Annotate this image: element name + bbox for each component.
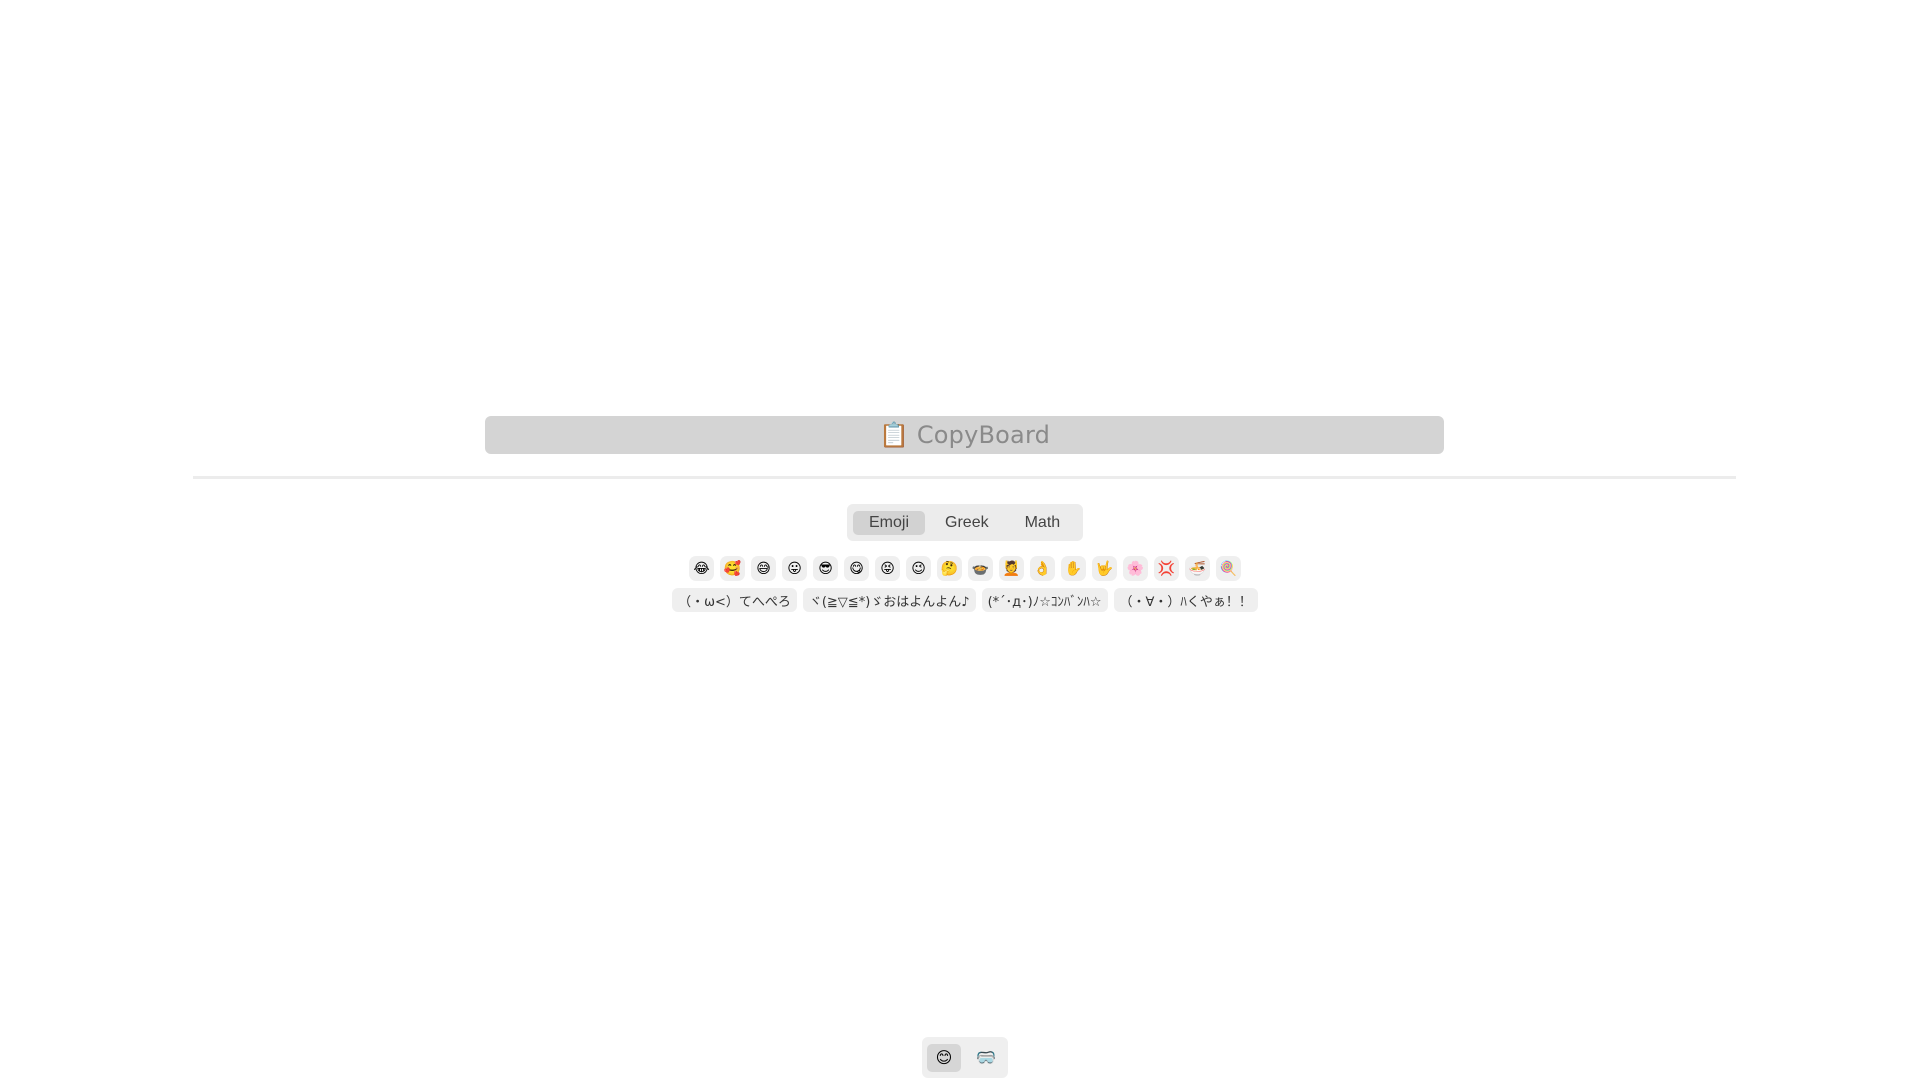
tab-emoji[interactable]: Emoji	[853, 510, 926, 535]
kaomoji-button[interactable]: （・ω<）てへぺろ	[672, 588, 797, 612]
emoji-row: 😂 🥰 😅 😛 😎 😋 😝 😉 🤔 🍲 💆 👌 ✋ 🤟 🌸 💢 🍜 🍭	[684, 556, 1246, 582]
emoji-button[interactable]: 😅	[751, 556, 776, 581]
emoji-button[interactable]: 😋	[844, 556, 869, 581]
emoji-button[interactable]: 😝	[875, 556, 900, 581]
kaomoji-row: （・ω<）てへぺろ ヾ(≧▽≦*)ゞおはよんよん♪ (*´･д･)ﾉ☆ｺﾝﾊﾞﾝ…	[666, 588, 1264, 613]
app-title: CopyBoard	[916, 421, 1051, 449]
emoji-button[interactable]: 👌	[1030, 556, 1055, 581]
emoji-button[interactable]: 🍭	[1216, 556, 1241, 581]
emoji-button[interactable]: 😛	[782, 556, 807, 581]
app-title-bar: 📋 CopyBoard	[485, 416, 1444, 454]
goggles-mode-button[interactable]: 🥽	[969, 1044, 1003, 1072]
emoji-button[interactable]: 😂	[689, 556, 714, 581]
emoji-button[interactable]: ✋	[1061, 556, 1086, 581]
divider	[193, 476, 1736, 479]
emoji-button[interactable]: 🥰	[720, 556, 745, 581]
tab-greek[interactable]: Greek	[929, 511, 1005, 535]
bottom-toolbar: 😊 🥽	[922, 1037, 1008, 1078]
tab-math[interactable]: Math	[1009, 511, 1077, 535]
emoji-button[interactable]: 💢	[1154, 556, 1179, 581]
category-tabs: Emoji Greek Math	[847, 504, 1083, 541]
kaomoji-button[interactable]: ヾ(≧▽≦*)ゞおはよんよん♪	[802, 588, 976, 612]
emoji-button[interactable]: 🌸	[1123, 556, 1148, 581]
emoji-button[interactable]: 😉	[906, 556, 931, 581]
kaomoji-button[interactable]: （・∀・）ﾊくやぁ！！	[1113, 588, 1258, 612]
emoji-button[interactable]: 😎	[813, 556, 838, 581]
emoji-button[interactable]: 🤔	[937, 556, 962, 581]
emoji-button[interactable]: 💆	[999, 556, 1024, 581]
emoji-button[interactable]: 🤟	[1092, 556, 1117, 581]
emoji-button[interactable]: 🍜	[1185, 556, 1210, 581]
page: 📋 CopyBoard Emoji Greek Math 😂 🥰 😅 😛 😎 😋…	[0, 0, 1920, 1080]
clipboard-icon: 📋	[878, 421, 909, 449]
kaomoji-button[interactable]: (*´･д･)ﾉ☆ｺﾝﾊﾞﾝﾊ☆	[981, 588, 1108, 612]
emoji-button[interactable]: 🍲	[968, 556, 993, 581]
emoji-mode-button[interactable]: 😊	[927, 1043, 961, 1072]
